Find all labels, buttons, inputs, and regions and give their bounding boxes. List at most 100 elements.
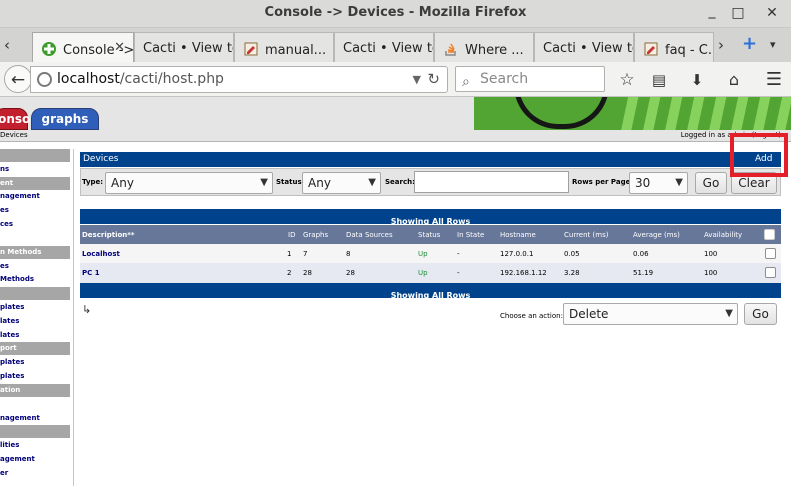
status-badge: Up — [418, 269, 428, 277]
cacti-icon — [41, 41, 57, 57]
menu-icon[interactable]: ☰ — [762, 66, 786, 94]
stackoverflow-icon — [443, 41, 459, 57]
url-dropdown-icon[interactable]: ▼ — [413, 67, 421, 92]
url-bar[interactable]: localhost/cacti/host.php ▼ ↻ — [30, 66, 448, 93]
sidebar-item[interactable]: lities — [0, 439, 70, 452]
bookmark-star-icon[interactable]: ☆ — [615, 66, 639, 94]
document-edit-icon — [643, 41, 659, 57]
col-id[interactable]: ID — [288, 231, 295, 239]
bookmarks-list-icon[interactable]: ▤ — [647, 66, 671, 94]
maximize-button[interactable]: □ — [728, 3, 748, 23]
new-tab-icon[interactable]: + — [742, 33, 757, 54]
tab-close-icon[interactable]: ✕ — [114, 40, 125, 55]
cell-current: 3.28 — [564, 269, 580, 277]
tab-where[interactable]: Where ... — [434, 32, 534, 62]
col-in-state[interactable]: In State — [457, 231, 484, 239]
sidebar-item[interactable]: er — [0, 467, 70, 480]
sidebar-item[interactable]: plates — [0, 301, 70, 314]
graphs-tab-label: graphs — [41, 112, 89, 126]
action-go-button[interactable]: Go — [744, 303, 777, 325]
back-icon[interactable]: ← — [4, 65, 32, 93]
tab-cacti-view-topic-3[interactable]: Cacti • View topic - ... — [534, 32, 634, 62]
close-window-button[interactable]: ✕ — [762, 3, 782, 23]
col-graphs[interactable]: Graphs — [303, 231, 328, 239]
cacti-header: console graphs — [0, 97, 791, 130]
row-checkbox[interactable] — [765, 248, 776, 259]
cell-id: 1 — [287, 250, 292, 258]
col-hostname[interactable]: Hostname — [500, 231, 536, 239]
reload-icon[interactable]: ↻ — [427, 67, 440, 92]
graphs-tab[interactable]: graphs — [31, 108, 99, 130]
highlight-box — [730, 133, 788, 177]
sidebar-item[interactable]: agement — [0, 453, 70, 466]
tab-faq[interactable]: faq - C... — [634, 32, 714, 62]
sidebar-item[interactable]: plates — [0, 370, 70, 383]
window-titlebar: Console -> Devices - Mozilla Firefox _ □… — [0, 0, 791, 28]
site-info-icon[interactable] — [37, 72, 52, 87]
tab-list-icon[interactable]: ▾ — [770, 38, 776, 51]
tab-label: faq - C... — [665, 43, 713, 58]
go-button[interactable]: Go — [695, 172, 727, 194]
table-header: Description** ID Graphs Data Sources Sta… — [80, 225, 781, 244]
rows-per-page-select[interactable]: 30 ▼ — [629, 172, 688, 194]
col-data-sources[interactable]: Data Sources — [346, 231, 393, 239]
table-row: Localhost 1 7 8 Up - 127.0.0.1 0.05 0.06… — [80, 244, 781, 263]
search-input[interactable]: ⌕ Search — [455, 66, 605, 92]
downloads-icon[interactable]: ⬇ — [685, 66, 709, 94]
tab-console-devices[interactable]: Console -> Devices ✕ — [32, 32, 134, 63]
showing-rows-text: Showing All Rows — [390, 291, 471, 300]
status-label: Status: — [276, 178, 305, 186]
tab-scroll-right-icon[interactable]: › — [718, 36, 724, 54]
sidebar-section-header — [0, 425, 70, 439]
sidebar-item — [0, 398, 70, 411]
cell-current: 0.05 — [564, 250, 580, 258]
cell-data-sources: 8 — [346, 250, 351, 258]
cell-in-state: - — [457, 269, 460, 277]
cell-average: 0.06 — [633, 250, 649, 258]
cell-graphs: 7 — [303, 250, 308, 258]
col-description[interactable]: Description** — [82, 231, 135, 239]
search-placeholder: Search — [480, 71, 529, 87]
chevron-down-icon: ▼ — [675, 177, 683, 188]
sidebar-item[interactable]: ces — [0, 218, 70, 231]
search-label: Search: — [385, 178, 415, 186]
col-availability[interactable]: Availability — [704, 231, 742, 239]
row-checkbox[interactable] — [765, 267, 776, 278]
sidebar-item[interactable]: lates — [0, 329, 70, 342]
sidebar-item[interactable]: ns — [0, 163, 70, 176]
devices-title: Devices — [83, 154, 119, 164]
console-tab[interactable]: console — [0, 108, 43, 130]
col-current[interactable]: Current (ms) — [564, 231, 608, 239]
home-icon[interactable]: ⌂ — [722, 66, 746, 94]
status-select[interactable]: Any ▼ — [302, 172, 381, 194]
tab-cacti-view-topic-2[interactable]: Cacti • View topic - ... — [334, 32, 434, 62]
rows-per-page-value: 30 — [635, 176, 651, 190]
minimize-button[interactable]: _ — [702, 1, 722, 21]
cell-graphs: 28 — [303, 269, 312, 277]
sidebar-item[interactable]: nagement — [0, 190, 70, 203]
sidebar-item[interactable]: es — [0, 260, 70, 273]
sidebar-item[interactable]: lates — [0, 315, 70, 328]
col-average[interactable]: Average (ms) — [633, 231, 680, 239]
sidebar-item[interactable]: plates — [0, 356, 70, 369]
type-select[interactable]: Any ▼ — [105, 172, 273, 194]
device-search-input[interactable] — [414, 171, 569, 193]
tab-manual[interactable]: manual... — [234, 32, 334, 62]
action-select[interactable]: Delete ▼ — [563, 303, 738, 325]
device-link-localhost[interactable]: Localhost — [82, 250, 120, 258]
col-status[interactable]: Status — [418, 231, 440, 239]
table-row: PC 1 2 28 28 Up - 192.168.1.12 3.28 51.1… — [80, 263, 781, 283]
tab-label: Cacti • View topic - ... — [343, 41, 433, 56]
chevron-down-icon: ▼ — [368, 177, 376, 188]
window-title: Console -> Devices - Mozilla Firefox — [264, 5, 527, 20]
console-sidebar: ns ent nagement es ces n Methods es Methods plat… — [0, 149, 74, 486]
sidebar-item[interactable]: es — [0, 204, 70, 217]
tab-label: Cacti • View topic - ... — [143, 41, 233, 56]
select-all-checkbox[interactable] — [764, 229, 775, 240]
tab-label: manual... — [265, 43, 327, 58]
sidebar-item[interactable]: nagement — [0, 412, 70, 425]
tab-scroll-left-icon[interactable]: ‹ — [4, 36, 10, 54]
sidebar-item[interactable]: Methods — [0, 273, 70, 286]
tab-cacti-view-topic-1[interactable]: Cacti • View topic - ... — [134, 32, 234, 62]
device-link-pc1[interactable]: PC 1 — [82, 269, 100, 277]
